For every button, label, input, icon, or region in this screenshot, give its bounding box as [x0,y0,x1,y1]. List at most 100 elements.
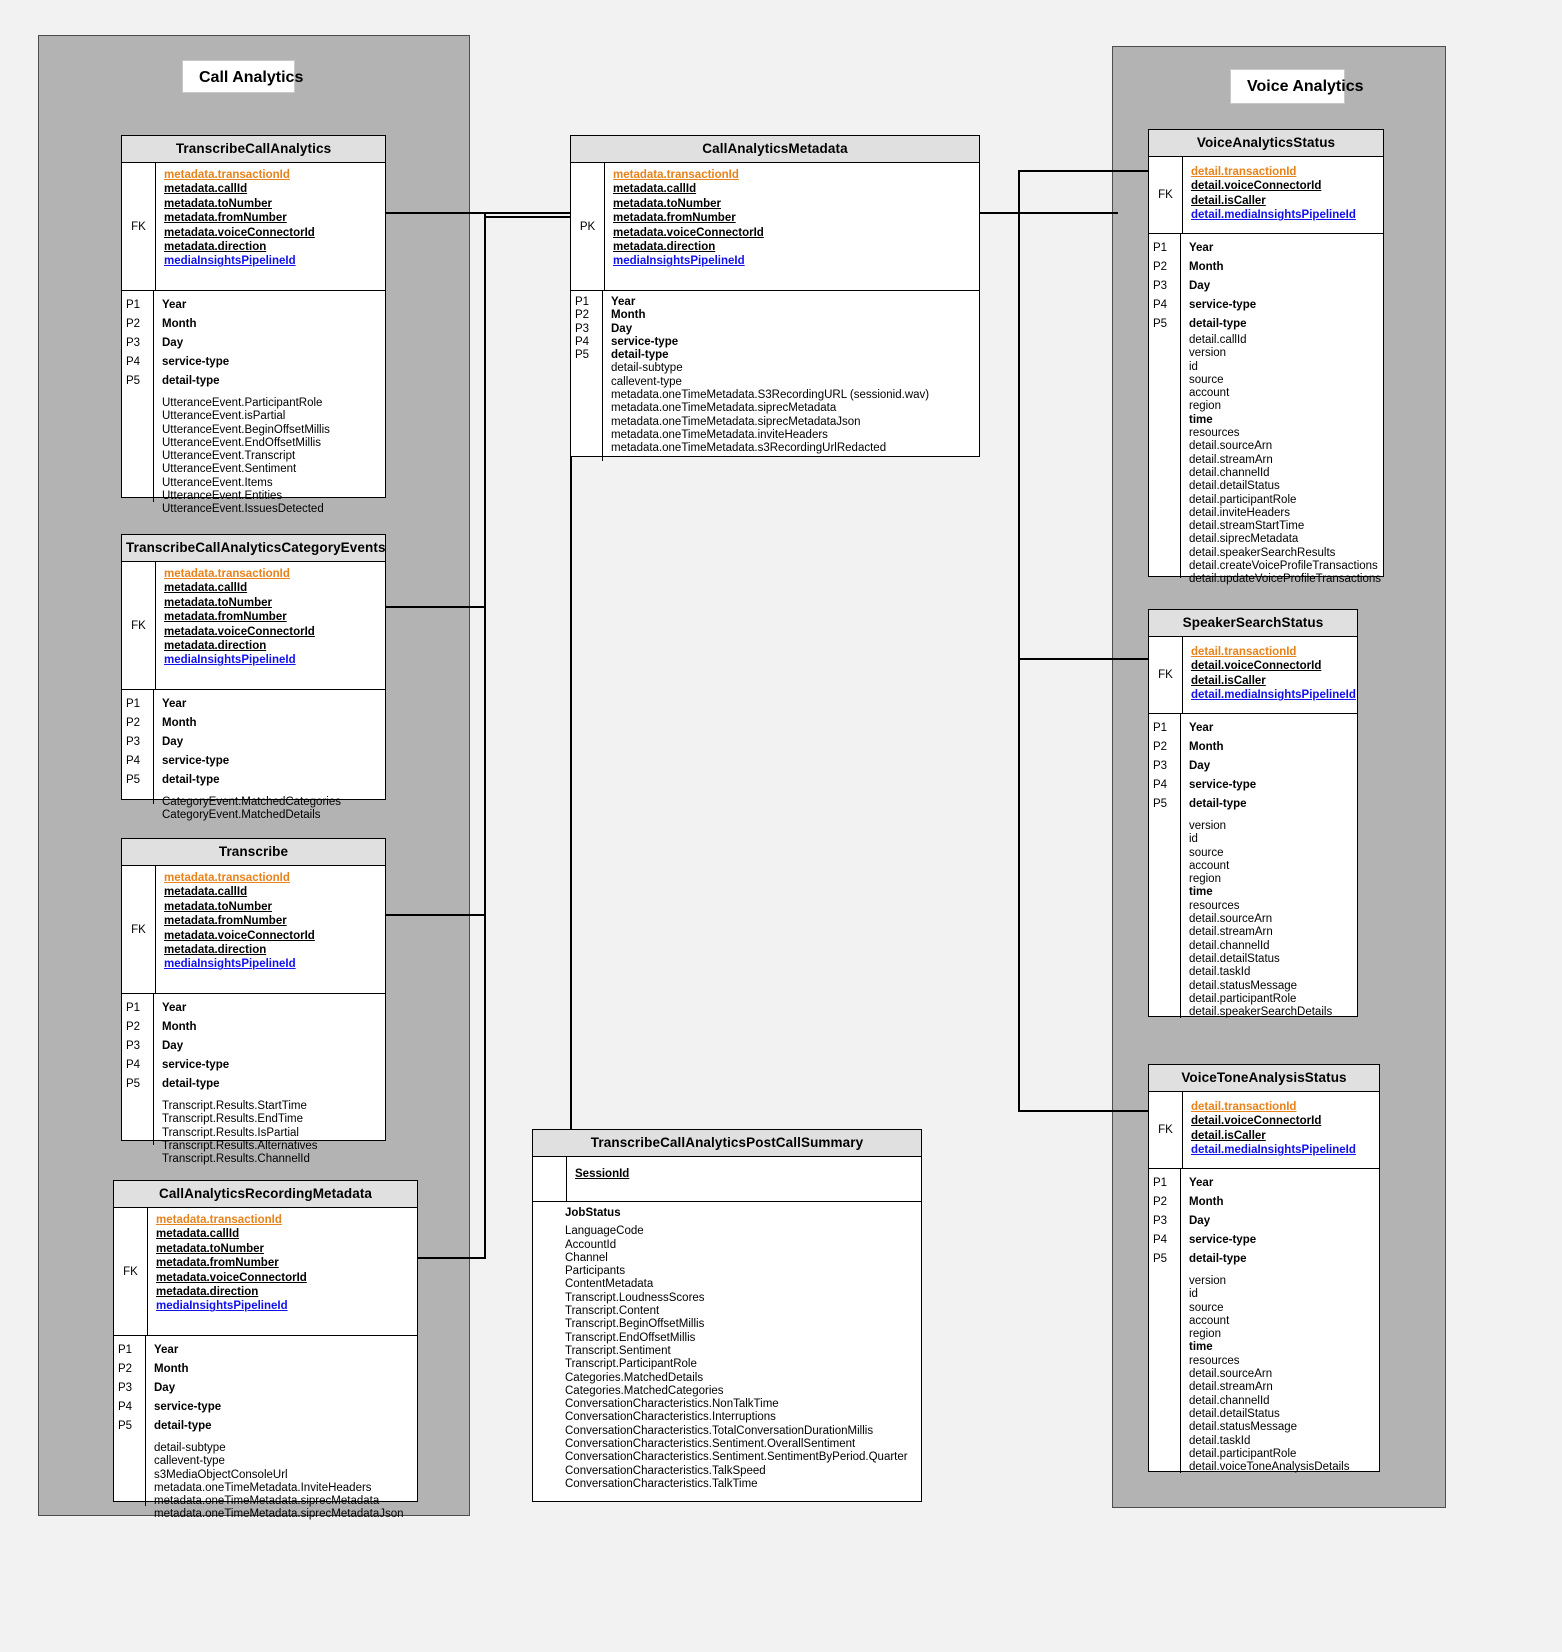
entity-speaker-search-status[interactable]: SpeakerSearchStatus FK detail.transactio… [1148,609,1358,1017]
attribute: ConversationCharacteristics.Interruption… [565,1411,915,1424]
entity-transcribe[interactable]: Transcribe FK metadata.transactionId met… [121,838,386,1141]
attribute: UtteranceEvent.Sentiment [162,463,379,476]
attribute: account [1189,1315,1373,1328]
entity-transcribe-call-analytics-post-call-summary[interactable]: TranscribeCallAnalyticsPostCallSummary S… [532,1129,922,1502]
partition-key: P4 [122,353,153,372]
key-field: detail.isCaller [1191,674,1356,688]
partition-key: P1 [122,999,153,1018]
attribute: detail.sourceArn [1189,913,1351,926]
attribute: metadata.oneTimeMetadata.s3RecordingUrlR… [611,442,973,455]
attribute: UtteranceEvent.Entities [162,490,379,503]
key-label: FK [114,1208,148,1335]
key-label: FK [1149,637,1183,713]
attribute: detail.speakerSearchResults [1189,547,1381,560]
attribute: Transcript.LoudnessScores [565,1292,915,1305]
partition-field: service-type [1189,296,1381,315]
partition-field: Day [611,323,973,336]
entity-transcribe-call-analytics-category-events[interactable]: TranscribeCallAnalyticsCategoryEvents FK… [121,534,386,800]
key-field: metadata.toNumber [164,197,379,211]
partition-key: P4 [1149,296,1180,315]
connector-line [570,364,572,1175]
entity-call-analytics-metadata[interactable]: CallAnalyticsMetadata PK metadata.transa… [570,135,980,457]
entity-transcribe-call-analytics[interactable]: TranscribeCallAnalytics FK metadata.tran… [121,135,386,498]
partition-key: P5 [1149,315,1180,334]
partition-field: detail-type [154,1417,411,1436]
attribute: Transcript.Results.IsPartial [162,1127,379,1140]
partition-key: P2 [1149,258,1180,277]
attribute-section: P1 P2 P3 P4 P5 Year Month Day service-ty… [1149,1168,1379,1473]
entity-voice-tone-analysis-status[interactable]: VoiceToneAnalysisStatus FK detail.transa… [1148,1064,1380,1472]
attribute: time [1189,886,1351,899]
key-field: detail.isCaller [1191,194,1377,208]
attribute: metadata.oneTimeMetadata.siprecMetadata [611,402,973,415]
entity-voice-analytics-status[interactable]: VoiceAnalyticsStatus FK detail.transacti… [1148,129,1384,577]
attribute-list: Year Month Day service-type detail-type … [154,994,385,1145]
attribute: ConversationCharacteristics.TotalConvers… [565,1425,915,1438]
partition-key: P2 [122,714,153,733]
partition-column [533,1202,563,1507]
key-section: FK detail.transactionId detail.voiceConn… [1149,637,1357,713]
attribute: Transcript.Results.Alternatives [162,1140,379,1153]
key-field: metadata.transactionId [613,168,973,182]
key-field: SessionId [575,1167,915,1181]
attribute: detail.detailStatus [1189,953,1351,966]
connector-line [978,212,1118,214]
key-label: FK [1149,1092,1183,1168]
partition-field: detail-type [162,1075,379,1094]
partition-key: P2 [114,1360,145,1379]
connector-line [484,216,576,218]
partition-key: P5 [1149,1250,1180,1269]
attribute: UtteranceEvent.Transcript [162,450,379,463]
key-section: FK detail.transactionId detail.voiceConn… [1149,157,1383,233]
entity-title: TranscribeCallAnalyticsCategoryEvents [122,535,385,562]
attribute: detail.detailStatus [1189,480,1381,493]
key-field: metadata.fromNumber [156,1256,411,1270]
partition-key: P3 [114,1379,145,1398]
attribute: LanguageCode [565,1225,915,1238]
partition-field: Month [1189,1193,1373,1212]
attribute: version [1189,820,1351,833]
attribute: Transcript.Results.EndTime [162,1113,379,1126]
partition-field: Month [1189,258,1381,277]
partition-key: P3 [122,733,153,752]
partition-column: P1 P2 P3 P4 P5 [122,690,154,804]
entity-title: CallAnalyticsMetadata [571,136,979,163]
entity-call-analytics-recording-metadata[interactable]: CallAnalyticsRecordingMetadata FK metada… [113,1180,418,1502]
attribute: version [1189,347,1381,360]
attribute-section: P1 P2 P3 P4 P5 Year Month Day service-ty… [122,689,385,804]
partition-field: detail-type [162,372,379,391]
partition-field: Month [1189,738,1351,757]
partition-field: detail-type [162,771,379,790]
attribute: detail.sourceArn [1189,1368,1373,1381]
key-field: metadata.voiceConnectorId [156,1271,411,1285]
key-field: detail.voiceConnectorId [1191,179,1377,193]
partition-column: P1 P2 P3 P4 P5 [571,291,603,461]
partition-key: P5 [122,372,153,391]
partition-key: P4 [571,336,602,349]
key-field-list: detail.transactionId detail.voiceConnect… [1183,157,1383,233]
partition-key: P4 [122,1056,153,1075]
attribute-section: P1 P2 P3 P4 P5 Year Month Day service-ty… [571,290,979,461]
attribute: metadata.oneTimeMetadata.siprecMetadata [154,1495,411,1508]
attribute: detail.speakerSearchDetails [1189,1006,1351,1019]
attribute-list: Year Month Day service-type detail-type … [1181,234,1387,578]
attribute: detail.streamArn [1189,1381,1373,1394]
partition-field: Year [154,1341,411,1360]
connector-line [484,212,486,1259]
partition-column: P1 P2 P3 P4 P5 [1149,1169,1181,1473]
key-section: FK metadata.transactionId metadata.callI… [122,163,385,290]
key-section: FK detail.transactionId detail.voiceConn… [1149,1092,1379,1168]
attribute: source [1189,847,1351,860]
partition-key: P3 [1149,277,1180,296]
partition-field: Day [162,1037,379,1056]
key-field: metadata.callId [156,1227,411,1241]
partition-field: service-type [162,1056,379,1075]
attribute: source [1189,374,1381,387]
key-field-list: detail.transactionId detail.voiceConnect… [1183,637,1362,713]
connector-line [386,212,576,214]
partition-key: P1 [114,1341,145,1360]
attribute: detail.callId [1189,334,1381,347]
partition-field: service-type [162,752,379,771]
key-label: FK [122,562,156,689]
key-field: metadata.callId [164,885,379,899]
